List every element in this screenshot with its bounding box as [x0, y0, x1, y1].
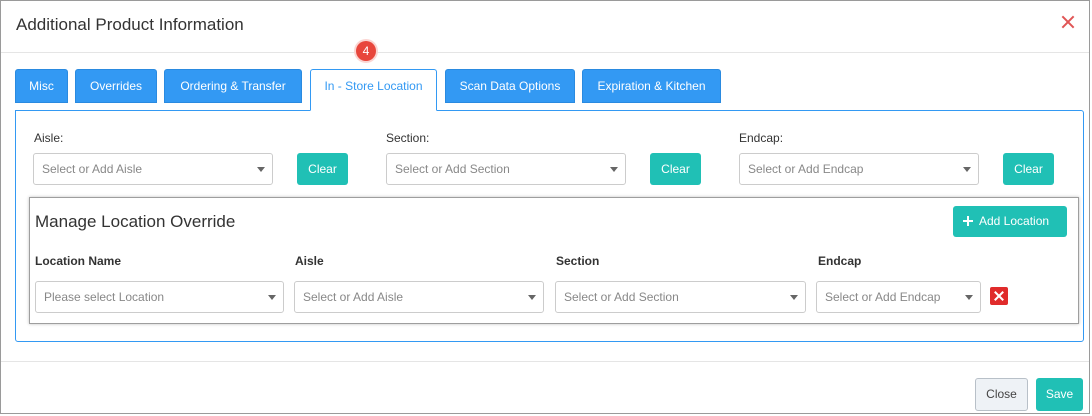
tab-in-store-location[interactable]: In - Store Location — [310, 69, 437, 111]
save-button[interactable]: Save — [1036, 378, 1083, 411]
modal-header: Additional Product Information — [1, 1, 1089, 53]
override-endcap-placeholder: Select or Add Endcap — [825, 290, 941, 304]
modal-footer: Close Save — [1, 361, 1089, 413]
plus-icon — [963, 216, 973, 226]
override-endcap-select[interactable]: Select or Add Endcap — [816, 281, 981, 313]
add-location-label: Add Location — [979, 214, 1050, 228]
additional-product-info-modal: Additional Product Information Misc Over… — [0, 0, 1090, 414]
column-header-location-name: Location Name — [35, 254, 122, 268]
location-override-box: Manage Location Override Add Location Lo… — [29, 197, 1079, 324]
delete-icon[interactable] — [990, 287, 1008, 305]
caret-down-icon — [528, 295, 536, 300]
column-header-aisle: Aisle — [295, 254, 324, 268]
tab-overrides[interactable]: Overrides — [75, 69, 157, 103]
location-name-placeholder: Please select Location — [44, 290, 165, 304]
caret-down-icon — [268, 295, 276, 300]
override-aisle-select[interactable]: Select or Add Aisle — [294, 281, 544, 313]
add-location-button[interactable]: Add Location — [953, 206, 1067, 237]
modal-title: Additional Product Information — [16, 15, 244, 34]
location-name-select[interactable]: Please select Location — [35, 281, 284, 313]
close-icon[interactable] — [1059, 13, 1077, 31]
override-aisle-placeholder: Select or Add Aisle — [303, 290, 404, 304]
close-button[interactable]: Close — [975, 378, 1028, 411]
override-section-placeholder: Select or Add Section — [564, 290, 679, 304]
tab-ordering-transfer[interactable]: Ordering & Transfer — [164, 69, 302, 103]
tab-scan-data-options[interactable]: Scan Data Options — [445, 69, 575, 103]
column-header-endcap: Endcap — [818, 254, 862, 268]
column-header-section: Section — [556, 254, 600, 268]
override-section-select[interactable]: Select or Add Section — [555, 281, 806, 313]
tab-misc[interactable]: Misc — [15, 69, 68, 103]
caret-down-icon — [965, 295, 973, 300]
override-title: Manage Location Override — [35, 212, 236, 231]
caret-down-icon — [790, 295, 798, 300]
step-badge: 4 — [356, 41, 376, 61]
tab-expiration-kitchen[interactable]: Expiration & Kitchen — [582, 69, 721, 103]
